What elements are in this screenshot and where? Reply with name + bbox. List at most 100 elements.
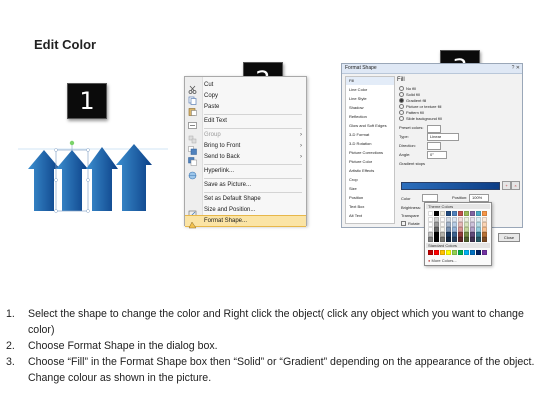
category-position[interactable]: Position bbox=[346, 194, 394, 202]
menu-separator bbox=[204, 128, 302, 129]
theme-color-swatch[interactable] bbox=[476, 211, 481, 216]
theme-color-swatch[interactable] bbox=[464, 237, 469, 242]
standard-colors-label: Standard Colors bbox=[428, 243, 457, 248]
theme-color-swatch[interactable] bbox=[458, 237, 463, 242]
submenu-arrow-icon: › bbox=[300, 143, 302, 149]
menu-item-label: Paste bbox=[204, 104, 220, 110]
menu-item-save-as-picture[interactable]: Save as Picture... bbox=[185, 180, 306, 191]
category-3d-rotation[interactable]: 3-D Rotation bbox=[346, 140, 394, 148]
bring-to-front-icon bbox=[188, 142, 197, 155]
menu-item-format-shape[interactable]: Format Shape... bbox=[185, 215, 306, 229]
angle-input[interactable]: 0° bbox=[427, 151, 447, 159]
position-input[interactable]: 100% bbox=[469, 194, 489, 202]
standard-color-swatch[interactable] bbox=[428, 250, 433, 255]
menu-item-edit-text[interactable]: Edit Text bbox=[185, 116, 306, 129]
scissors-icon bbox=[188, 81, 197, 94]
category-line-color[interactable]: Line Color bbox=[346, 86, 394, 94]
standard-color-swatch[interactable] bbox=[446, 250, 451, 255]
category-size[interactable]: Size bbox=[346, 185, 394, 193]
radio-label: Gradient fill bbox=[406, 98, 427, 103]
close-button[interactable]: Close bbox=[498, 233, 520, 242]
type-dropdown[interactable]: Linear bbox=[427, 133, 459, 141]
preset-colors-dropdown[interactable] bbox=[427, 125, 441, 133]
group-icon bbox=[188, 131, 197, 144]
radio-icon bbox=[399, 92, 404, 98]
category-3d-format[interactable]: 3-D Format bbox=[346, 131, 394, 139]
theme-color-swatch[interactable] bbox=[470, 237, 475, 242]
theme-color-swatch[interactable] bbox=[470, 211, 475, 216]
category-reflection[interactable]: Reflection bbox=[346, 113, 394, 121]
angle-value: 0° bbox=[430, 152, 434, 157]
menu-item-bring-to-front[interactable]: Bring to Front › bbox=[185, 141, 306, 155]
checkbox-icon bbox=[401, 221, 406, 227]
more-colors-link[interactable]: ● More Colors... bbox=[428, 258, 457, 263]
category-alt-text[interactable]: Alt Text bbox=[346, 212, 394, 220]
standard-color-swatch[interactable] bbox=[482, 250, 487, 255]
arrow-shapes-graphic[interactable] bbox=[18, 133, 168, 213]
category-fill[interactable]: Fill bbox=[346, 77, 394, 85]
category-picture-corrections[interactable]: Picture Corrections bbox=[346, 149, 394, 157]
dialog-title: Format Shape bbox=[345, 65, 377, 71]
menu-item-group[interactable]: Group › bbox=[185, 130, 306, 144]
category-artistic-effects[interactable]: Artistic Effects bbox=[346, 167, 394, 175]
dialog-title-buttons[interactable]: ? ✕ bbox=[512, 65, 520, 72]
gradient-stops-bar[interactable] bbox=[401, 182, 500, 190]
menu-item-label: Group bbox=[204, 132, 221, 138]
standard-color-swatch[interactable] bbox=[470, 250, 475, 255]
theme-color-swatch[interactable] bbox=[464, 211, 469, 216]
menu-item-cut[interactable]: Cut bbox=[185, 80, 306, 94]
theme-color-swatch[interactable] bbox=[452, 211, 457, 216]
menu-item-label: Save as Picture... bbox=[204, 182, 252, 188]
direction-dropdown[interactable] bbox=[427, 142, 441, 150]
menu-item-copy[interactable]: Copy bbox=[185, 91, 306, 105]
add-stop-button[interactable]: + bbox=[502, 181, 511, 190]
standard-color-swatch[interactable] bbox=[458, 250, 463, 255]
theme-color-swatch[interactable] bbox=[452, 237, 457, 242]
theme-color-swatch[interactable] bbox=[434, 211, 439, 216]
theme-color-swatch[interactable] bbox=[428, 237, 433, 242]
category-picture-color[interactable]: Picture Color bbox=[346, 158, 394, 166]
menu-item-label: Edit Text bbox=[204, 118, 227, 124]
menu-item-hyperlink[interactable]: Hyperlink... bbox=[185, 166, 306, 180]
paste-icon bbox=[188, 103, 197, 116]
standard-color-swatch[interactable] bbox=[434, 250, 439, 255]
theme-color-swatch[interactable] bbox=[482, 237, 487, 242]
radio-label: Solid fill bbox=[406, 92, 420, 97]
angle-label: Angle: bbox=[399, 152, 411, 157]
theme-color-swatch[interactable] bbox=[440, 237, 445, 242]
step-badge-1: 1 bbox=[67, 83, 107, 119]
category-glow[interactable]: Glow and Soft Edges bbox=[346, 122, 394, 130]
fill-heading: Fill bbox=[397, 77, 405, 83]
remove-stop-button[interactable]: × bbox=[511, 181, 520, 190]
theme-color-swatch[interactable] bbox=[458, 211, 463, 216]
color-picker-button[interactable] bbox=[422, 194, 438, 202]
category-line-style[interactable]: Line Style bbox=[346, 95, 394, 103]
menu-item-send-to-back[interactable]: Send to Back › bbox=[185, 152, 306, 166]
menu-separator bbox=[204, 192, 302, 193]
radio-label: Picture or texture fill bbox=[406, 104, 442, 109]
theme-color-swatch[interactable] bbox=[440, 211, 445, 216]
category-crop[interactable]: Crop bbox=[346, 176, 394, 184]
category-text-box[interactable]: Text Box bbox=[346, 203, 394, 211]
radio-icon bbox=[399, 104, 404, 110]
menu-item-set-default-shape[interactable]: Set as Default Shape bbox=[185, 194, 306, 205]
theme-color-swatch[interactable] bbox=[446, 211, 451, 216]
standard-color-swatch[interactable] bbox=[476, 250, 481, 255]
rotate-checkbox[interactable]: Rotate bbox=[401, 221, 420, 227]
category-list: Fill Line Color Line Style Shadow Reflec… bbox=[345, 76, 395, 224]
standard-color-swatch[interactable] bbox=[452, 250, 457, 255]
theme-color-swatch[interactable] bbox=[428, 211, 433, 216]
dialog-title-bar[interactable]: Format Shape ? ✕ bbox=[342, 64, 522, 74]
theme-color-swatch[interactable] bbox=[476, 237, 481, 242]
theme-color-swatch[interactable] bbox=[446, 237, 451, 242]
category-shadow[interactable]: Shadow bbox=[346, 104, 394, 112]
theme-color-swatch[interactable] bbox=[434, 237, 439, 242]
standard-color-swatch[interactable] bbox=[464, 250, 469, 255]
theme-color-swatch[interactable] bbox=[482, 211, 487, 216]
menu-item-paste[interactable]: Paste bbox=[185, 102, 306, 116]
palette-icon: ● bbox=[428, 258, 431, 263]
radio-label: No fill bbox=[406, 86, 417, 91]
radio-slide-background-fill[interactable]: Slide background fill bbox=[399, 116, 442, 122]
standard-color-swatch[interactable] bbox=[440, 250, 445, 255]
gradient-stops-label: Gradient stops bbox=[399, 161, 426, 166]
